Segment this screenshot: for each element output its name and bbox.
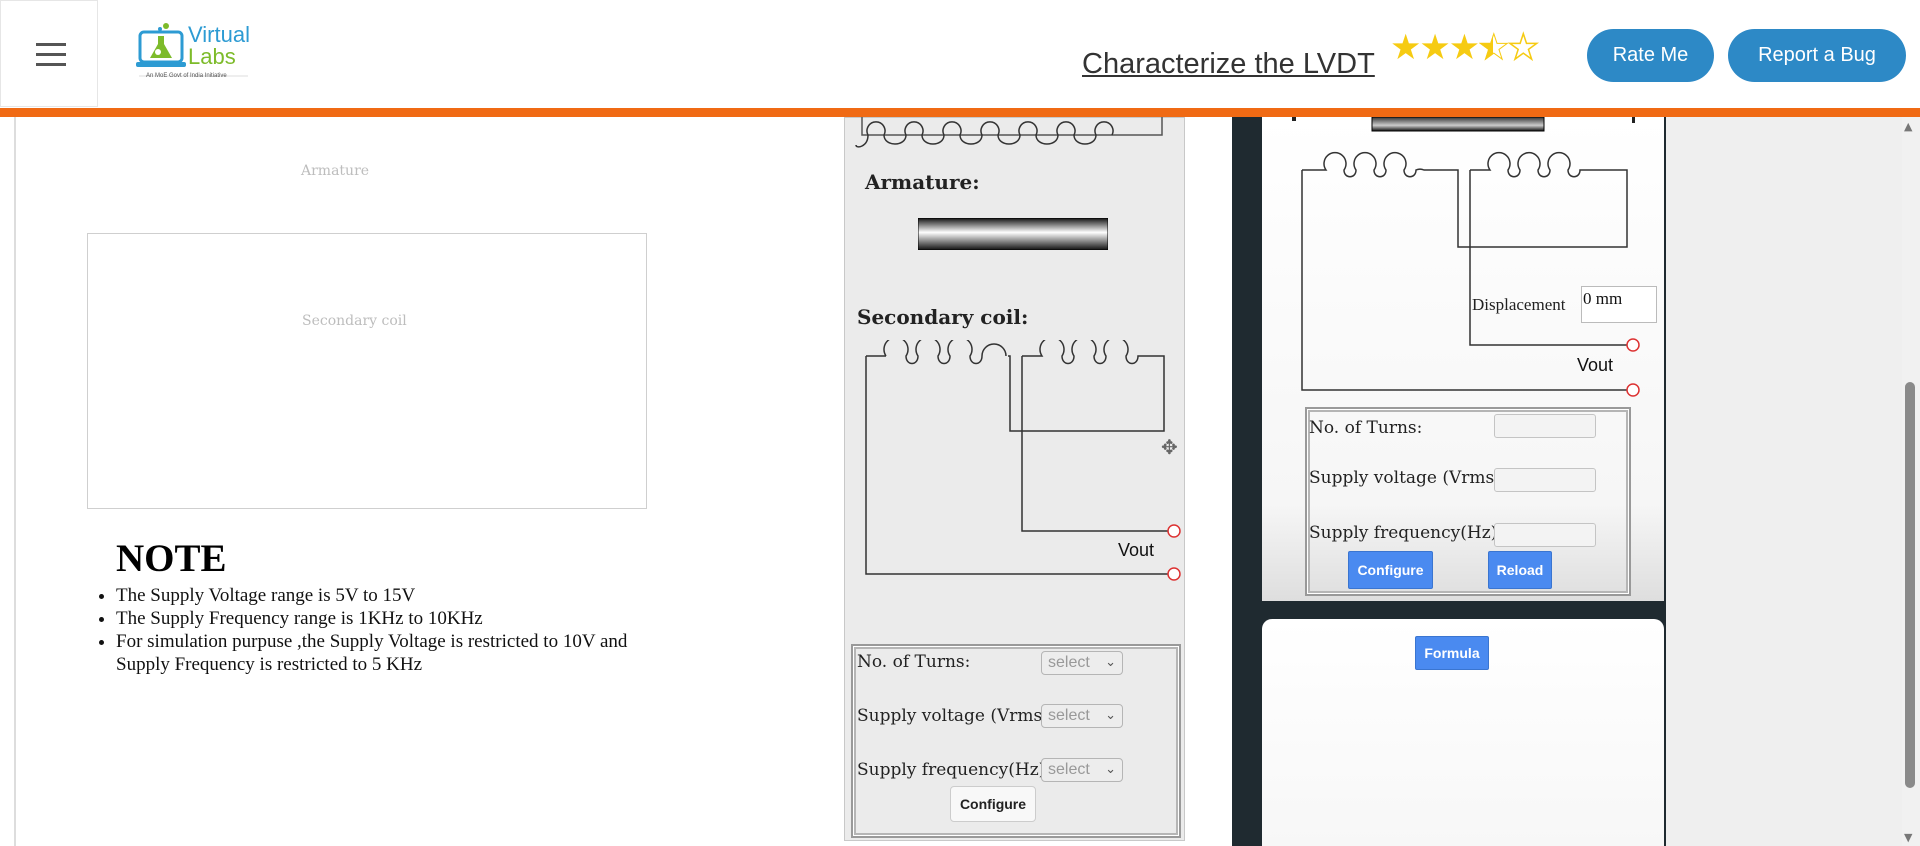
scroll-down-icon[interactable]: ▼ <box>1904 831 1912 844</box>
reload-button[interactable]: Reload <box>1488 551 1552 589</box>
report-bug-button[interactable]: Report a Bug <box>1728 29 1906 82</box>
secondary-coil-placeholder-label: Secondary coil <box>302 313 407 329</box>
logo-tagline: An MoE Govt of India Initiative <box>146 73 227 79</box>
chevron-down-icon: ⌄ <box>1105 707 1116 722</box>
primary-coil-icon[interactable] <box>850 117 1170 157</box>
displacement-label: Displacement <box>1472 295 1566 314</box>
note-item: The Supply Voltage range is 5V to 15V <box>116 584 676 607</box>
frequency-label: Supply frequency(Hz): <box>1309 523 1504 543</box>
vout-label: Vout <box>1118 540 1155 560</box>
logo-text-virtual: Virtual <box>188 22 250 47</box>
menu-button[interactable] <box>0 0 98 107</box>
armature-rod-icon[interactable] <box>918 218 1108 250</box>
left-pane-border <box>14 117 16 846</box>
note-list: The Supply Voltage range is 5V to 15V Th… <box>92 584 676 676</box>
empty-star-icon[interactable]: ★ <box>1507 27 1540 69</box>
chevron-down-icon: ⌄ <box>1105 654 1116 669</box>
terminal-icon <box>1167 567 1181 581</box>
turns-label: No. of Turns: <box>1309 418 1423 438</box>
star-icon[interactable]: ★ <box>1419 28 1450 68</box>
note-item: For simulation purpuse ,the Supply Volta… <box>116 630 676 676</box>
secondary-coil-heading: Secondary coil: <box>857 305 1029 329</box>
configure-button[interactable]: Configure <box>1348 551 1433 589</box>
logo-text-labs: Labs <box>188 44 236 69</box>
right-margin <box>1666 117 1902 846</box>
star-icon[interactable]: ★ <box>1449 28 1480 68</box>
voltage-label: Supply voltage (Vrms): <box>1309 468 1507 488</box>
scrollbar-thumb[interactable] <box>1905 382 1915 788</box>
formula-button[interactable]: Formula <box>1415 636 1489 670</box>
armature-heading: Armature: <box>865 170 980 194</box>
voltage-select[interactable]: select ⌄ <box>1041 704 1123 728</box>
frequency-select[interactable]: select ⌄ <box>1041 758 1123 782</box>
turns-input[interactable] <box>1494 414 1596 438</box>
note-heading: NOTE <box>116 537 227 580</box>
turns-label: No. of Turns: <box>857 652 971 672</box>
rate-me-button[interactable]: Rate Me <box>1587 29 1714 82</box>
rating-stars[interactable]: ★★★★★ <box>1390 27 1540 69</box>
header-accent-bar <box>0 108 1920 117</box>
chevron-down-icon: ⌄ <box>1105 761 1116 776</box>
star-icon[interactable]: ★ <box>1390 28 1421 68</box>
configure-button[interactable]: Configure <box>950 786 1036 822</box>
displacement-field[interactable]: 0 mm <box>1581 286 1657 323</box>
terminal-icon <box>1167 524 1181 538</box>
frequency-label: Supply frequency(Hz): <box>857 760 1052 780</box>
voltage-input[interactable] <box>1494 468 1596 492</box>
voltage-label: Supply voltage (Vrms): <box>857 706 1055 726</box>
move-cursor-icon: ✥ <box>1161 435 1178 459</box>
vout-label: Vout <box>1577 355 1614 375</box>
note-item: The Supply Frequency range is 1KHz to 10… <box>116 607 676 630</box>
turns-select[interactable]: select ⌄ <box>1041 651 1123 675</box>
scroll-up-icon[interactable]: ▲ <box>1904 120 1912 133</box>
page-title[interactable]: Characterize the LVDT <box>1082 48 1375 81</box>
half-star-icon[interactable]: ★ <box>1478 28 1510 69</box>
secondary-coil-dropzone[interactable] <box>87 233 647 509</box>
armature-placeholder-label: Armature <box>301 163 370 179</box>
frequency-input[interactable] <box>1494 523 1596 547</box>
